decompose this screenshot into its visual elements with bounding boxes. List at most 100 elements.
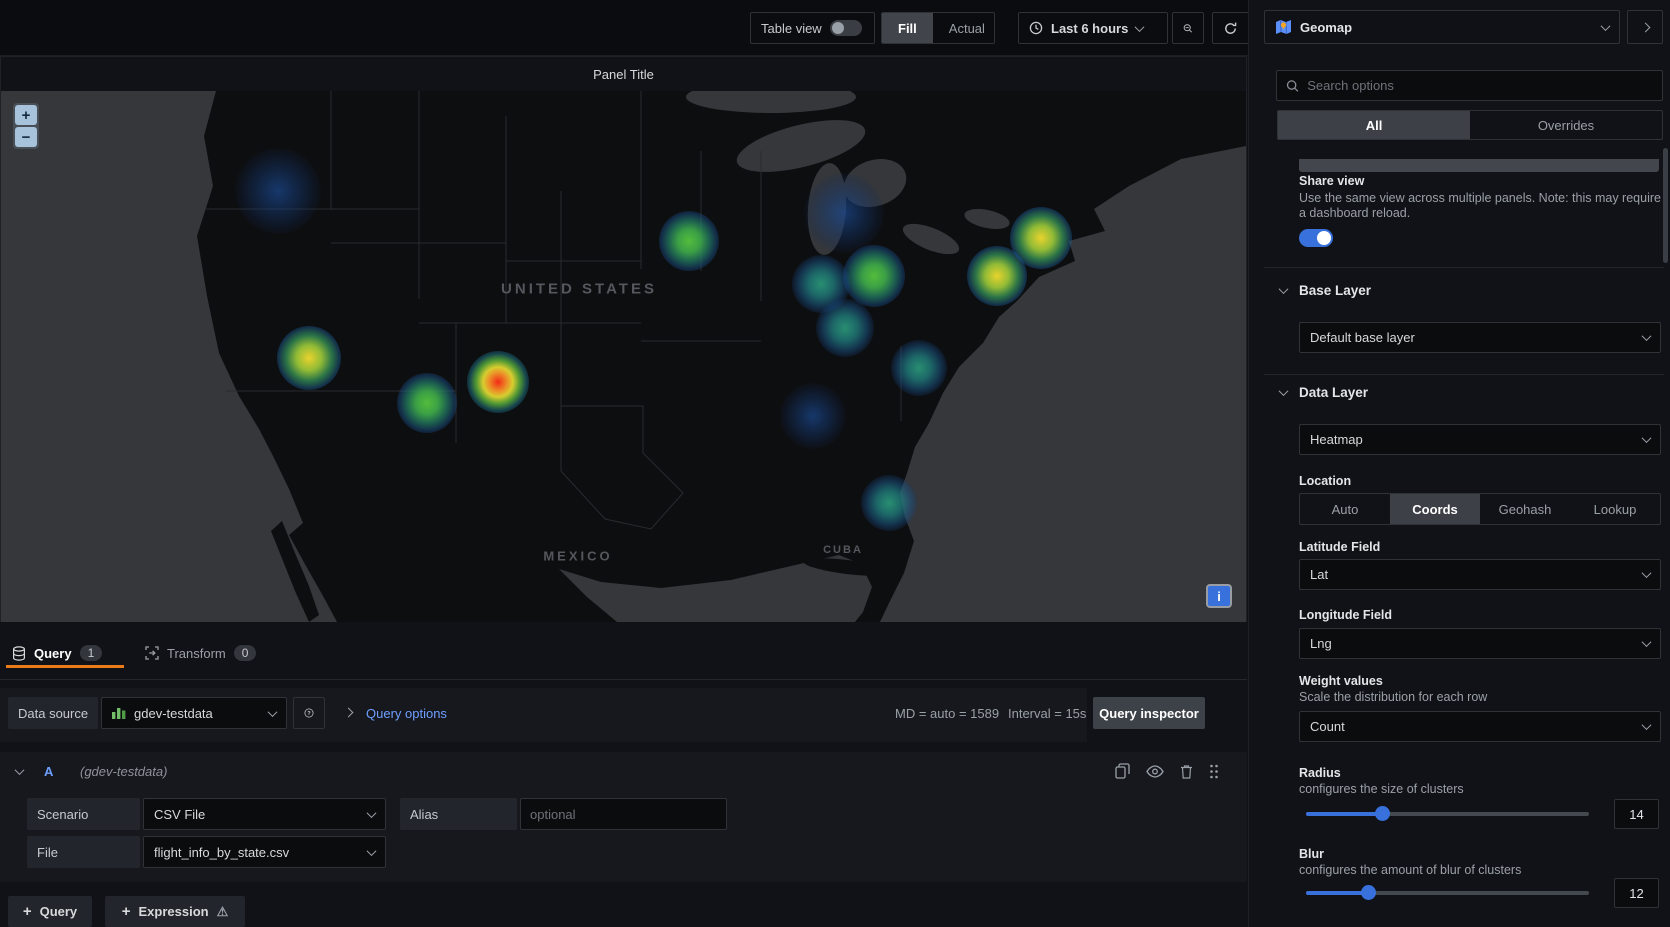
tab-transform-label: Transform: [167, 646, 226, 661]
chevron-down-icon: [268, 707, 278, 717]
add-query-label: Query: [40, 904, 78, 919]
weight-values-value: Count: [1310, 719, 1345, 734]
query-ref-id[interactable]: A: [44, 764, 53, 779]
datasource-picker[interactable]: gdev-testdata: [101, 697, 287, 729]
map-zoom-out-button[interactable]: −: [15, 127, 37, 147]
options-sidebar: Geomap All Overrides Share view Use the …: [1248, 0, 1670, 927]
svg-text:?: ?: [307, 711, 311, 717]
warning-icon: ⚠: [217, 904, 229, 920]
tab-query-count: 1: [80, 645, 103, 661]
map-zoom-controls: + −: [13, 103, 39, 149]
latitude-field-value: Lat: [1310, 567, 1328, 582]
blur-slider-handle[interactable]: [1361, 885, 1376, 900]
plus-icon: +: [122, 904, 131, 919]
location-option-geohash[interactable]: Geohash: [1480, 494, 1570, 524]
fill-button[interactable]: Fill: [882, 13, 933, 43]
grafana-panel-editor: Table view Fill Actual Last 6 hours Pane…: [0, 0, 1670, 927]
add-query-button[interactable]: + Query: [8, 896, 92, 927]
tab-query[interactable]: Query 1: [12, 645, 102, 661]
clipped-option-button[interactable]: [1299, 159, 1659, 172]
location-label: Location: [1299, 474, 1351, 488]
map-canvas[interactable]: UNITED STATES MEXICO CUBA + − i: [1, 91, 1246, 622]
chevron-down-icon: [367, 846, 377, 856]
file-value: flight_info_by_state.csv: [154, 845, 360, 860]
add-expression-button[interactable]: + Expression ⚠: [105, 896, 245, 927]
tab-query-label: Query: [34, 646, 72, 661]
query-options-button[interactable]: Query options: [366, 706, 447, 721]
location-option-lookup[interactable]: Lookup: [1570, 494, 1660, 524]
location-option-auto[interactable]: Auto: [1300, 494, 1390, 524]
delete-query-trash-icon[interactable]: [1180, 764, 1193, 779]
max-data-points-stat: MD = auto = 1589: [895, 706, 999, 721]
chevron-down-icon: [1642, 568, 1652, 578]
share-view-description: Use the same view across multiple panels…: [1299, 191, 1665, 221]
visualization-name: Geomap: [1300, 20, 1594, 35]
tab-transform[interactable]: Transform 0: [145, 645, 256, 661]
search-options-input[interactable]: [1307, 78, 1653, 93]
interval-stat: Interval = 15s: [1008, 706, 1086, 721]
time-range-label: Last 6 hours: [1051, 21, 1128, 36]
map-label-cuba: CUBA: [823, 544, 863, 556]
geomap-viz-icon: [1275, 19, 1292, 35]
datasource-help-button[interactable]: ?: [293, 697, 325, 729]
visualization-picker[interactable]: Geomap: [1264, 10, 1620, 44]
radius-slider-fill: [1306, 812, 1382, 816]
base-layer-select[interactable]: Default base layer: [1299, 322, 1661, 353]
share-view-toggle[interactable]: [1299, 229, 1333, 247]
location-option-coords[interactable]: Coords: [1390, 494, 1480, 524]
tab-all[interactable]: All: [1278, 111, 1470, 139]
data-layer-collapse-icon[interactable]: [1279, 386, 1289, 396]
map-zoom-in-button[interactable]: +: [15, 105, 37, 125]
panel-title: Panel Title: [1, 57, 1246, 91]
longitude-field-value: Lng: [1310, 636, 1332, 651]
table-view-label: Table view: [761, 21, 822, 36]
chevron-down-icon: [1601, 21, 1611, 31]
radius-slider-handle[interactable]: [1375, 806, 1390, 821]
tab-overrides[interactable]: Overrides: [1470, 111, 1662, 139]
longitude-field-select[interactable]: Lng: [1299, 628, 1661, 659]
collapse-options-button[interactable]: [1627, 10, 1663, 44]
search-icon: [1286, 79, 1299, 93]
scenario-select[interactable]: CSV File: [143, 798, 386, 830]
datasource-value: gdev-testdata: [134, 706, 261, 721]
time-range-picker[interactable]: Last 6 hours: [1018, 12, 1168, 44]
section-divider: [1264, 267, 1664, 268]
active-tab-indicator: [6, 665, 124, 668]
map-attribution-info-button[interactable]: i: [1206, 584, 1232, 608]
data-layer-section-title[interactable]: Data Layer: [1299, 385, 1368, 400]
testdata-datasource-icon: [112, 707, 126, 719]
base-layer-collapse-icon[interactable]: [1279, 284, 1289, 294]
share-view-label: Share view: [1299, 174, 1364, 188]
zoom-out-time-button[interactable]: [1172, 12, 1204, 44]
radius-value-input[interactable]: 14: [1614, 799, 1659, 829]
latitude-field-label: Latitude Field: [1299, 540, 1380, 554]
query-inspector-button[interactable]: Query inspector: [1093, 697, 1205, 729]
latitude-field-select[interactable]: Lat: [1299, 559, 1661, 590]
weight-values-select[interactable]: Count: [1299, 711, 1661, 742]
actual-button[interactable]: Actual: [933, 13, 995, 43]
data-layer-value: Heatmap: [1310, 432, 1363, 447]
alias-input[interactable]: [530, 807, 717, 822]
query-datasource-hint: (gdev-testdata): [80, 764, 167, 779]
search-options-box: [1276, 70, 1663, 101]
drag-handle-icon[interactable]: [1209, 764, 1219, 779]
radius-slider[interactable]: [1306, 806, 1589, 820]
radius-description: configures the size of clusters: [1299, 782, 1665, 797]
add-expression-label: Expression: [139, 904, 209, 919]
table-view-toggle[interactable]: [830, 20, 862, 36]
base-layer-section-title[interactable]: Base Layer: [1299, 283, 1371, 298]
duplicate-query-icon[interactable]: [1115, 763, 1130, 779]
blur-description: configures the amount of blur of cluster…: [1299, 863, 1665, 878]
file-select[interactable]: flight_info_by_state.csv: [143, 836, 386, 868]
weight-values-label: Weight values: [1299, 674, 1383, 688]
file-label: File: [27, 836, 140, 868]
tabbar-divider: [0, 679, 1247, 680]
blur-slider[interactable]: [1306, 885, 1589, 899]
blur-value-input[interactable]: 12: [1614, 878, 1659, 908]
data-layer-select[interactable]: Heatmap: [1299, 424, 1661, 455]
longitude-field-label: Longitude Field: [1299, 608, 1392, 622]
hide-query-eye-icon[interactable]: [1146, 765, 1164, 778]
chevron-down-icon: [1642, 331, 1652, 341]
blur-label: Blur: [1299, 847, 1324, 861]
refresh-button[interactable]: [1212, 12, 1249, 44]
